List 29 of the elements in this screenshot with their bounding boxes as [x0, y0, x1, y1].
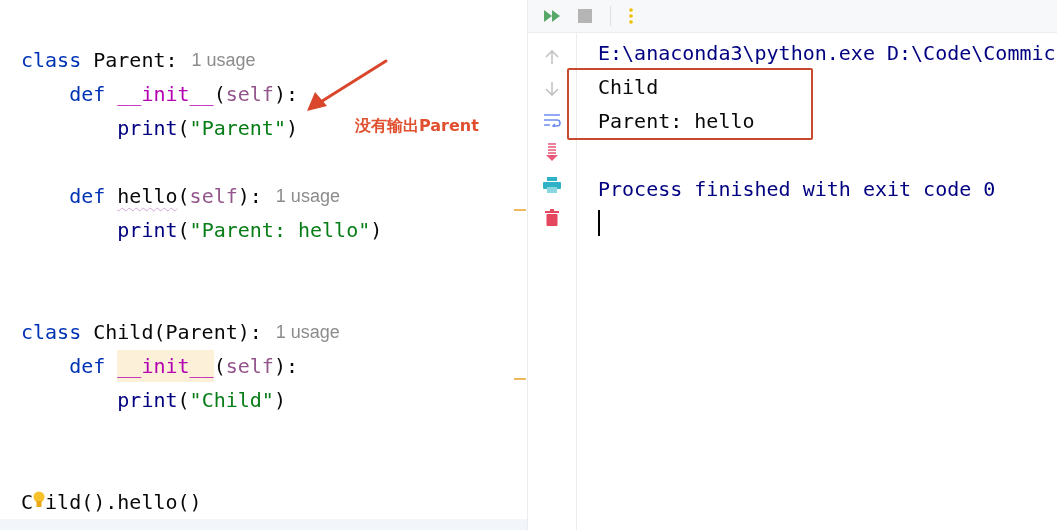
lightbulb-icon[interactable]: [33, 490, 46, 510]
code-line: print("Parent: hello"): [116, 218, 383, 242]
console-line: E:\anaconda3\python.exe D:\Code\Commic: [598, 41, 1056, 65]
trash-icon[interactable]: [545, 209, 559, 226]
usage-hint: 1 usage: [275, 185, 340, 207]
gutter-mark: [514, 378, 526, 380]
code-line: C: [21, 490, 34, 514]
print-icon[interactable]: [543, 177, 561, 193]
more-icon[interactable]: [629, 8, 633, 24]
text-cursor: [598, 210, 600, 236]
code-line: def hello(self):: [68, 184, 262, 208]
up-arrow-icon[interactable]: [545, 49, 559, 65]
code-line: print("Parent"): [116, 116, 298, 140]
usage-hint: 1 usage: [191, 49, 256, 71]
soft-wrap-icon[interactable]: [543, 113, 561, 127]
console-line: Process finished with exit code 0: [598, 177, 996, 201]
down-arrow-icon[interactable]: [545, 81, 559, 97]
code-line: class Child(Parent):: [21, 320, 262, 344]
gutter-mark: [514, 209, 526, 211]
rerun-icon[interactable]: [544, 10, 560, 22]
usage-hint: 1 usage: [275, 321, 340, 343]
console-line: Child: [598, 75, 659, 99]
code-line: def __init__(self):: [68, 82, 298, 106]
code-line: print("Child"): [116, 388, 286, 412]
code-line: ild().hello(): [45, 490, 202, 514]
scroll-to-end-icon[interactable]: [545, 143, 559, 161]
code-line: class Parent:: [21, 48, 178, 72]
annotation-note: 没有输出Parent: [355, 116, 479, 137]
console-line: Parent: hello: [598, 109, 755, 133]
